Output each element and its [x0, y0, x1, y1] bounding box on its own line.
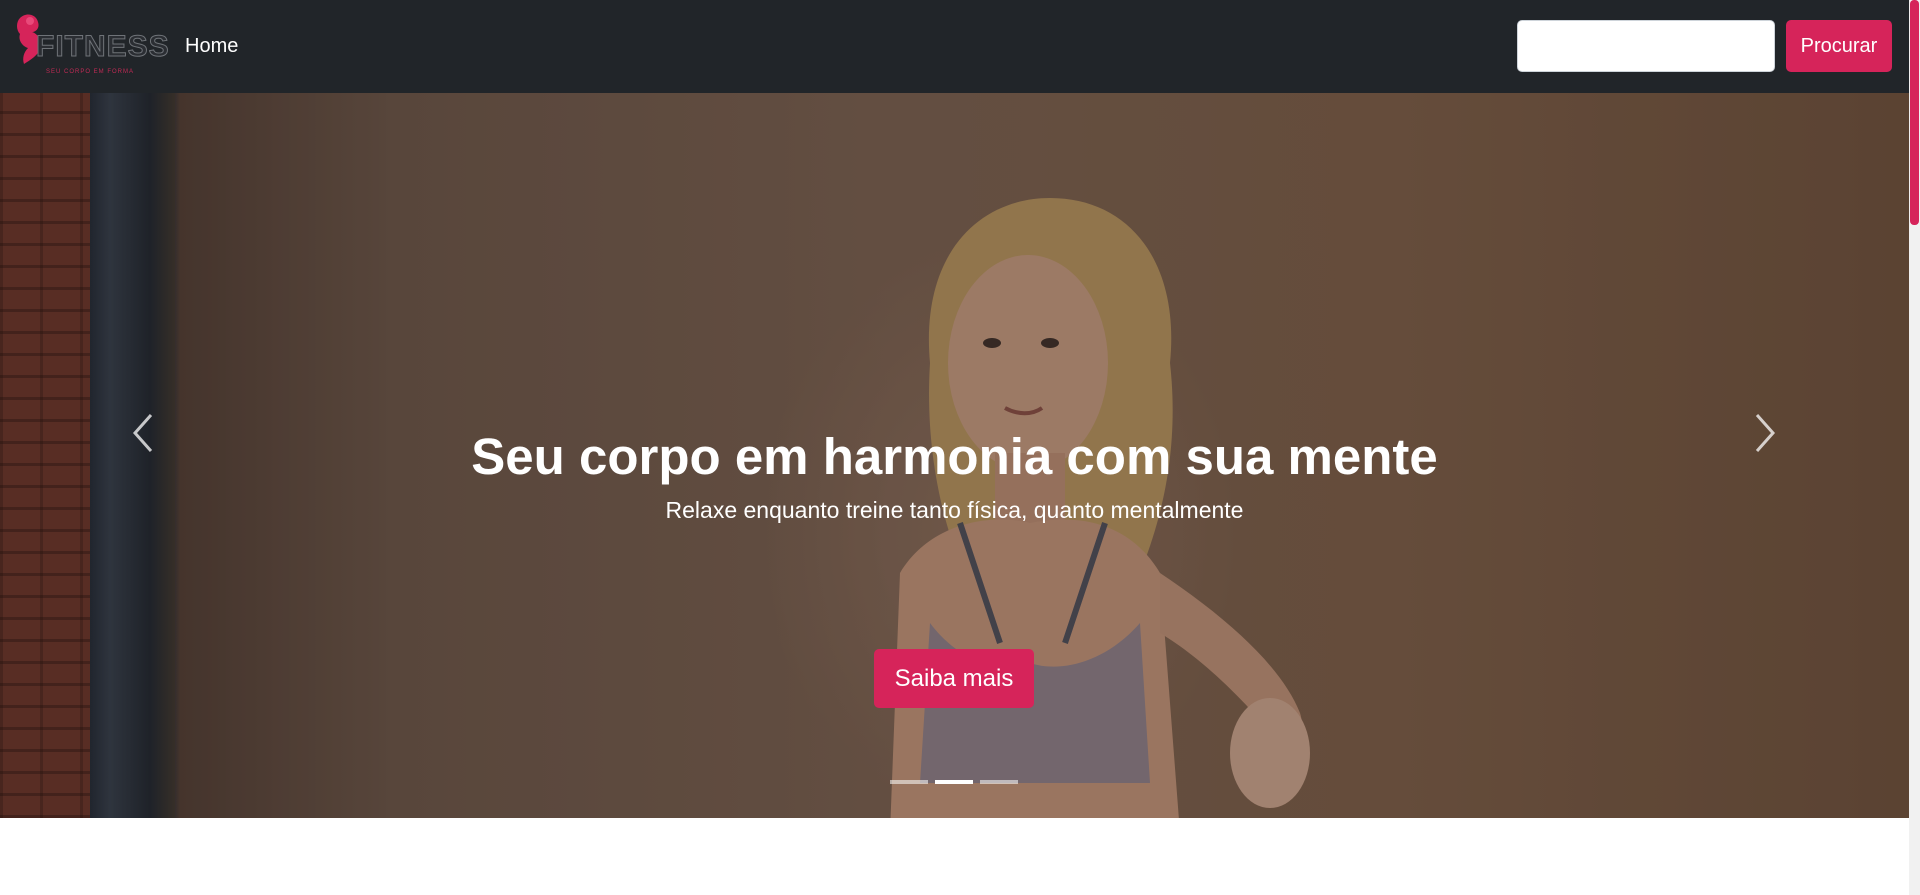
- navbar: FITNESS SEU CORPO EM FORMA Home Procurar: [0, 0, 1909, 93]
- learn-more-button[interactable]: Saiba mais: [874, 649, 1034, 708]
- search-button[interactable]: Procurar: [1786, 20, 1892, 72]
- nav-link-home[interactable]: Home: [185, 34, 238, 58]
- carousel-indicator-2[interactable]: [935, 780, 973, 784]
- carousel-indicator-1[interactable]: [890, 780, 928, 784]
- page-scrollbar[interactable]: [1909, 0, 1920, 895]
- logo-wordmark: FITNESS: [36, 30, 170, 63]
- hero-title: Seu corpo em harmonia com sua mente: [471, 428, 1438, 485]
- search-input[interactable]: [1517, 20, 1775, 72]
- logo-tagline: SEU CORPO EM FORMA: [46, 69, 135, 75]
- scrollbar-thumb[interactable]: [1910, 0, 1919, 225]
- hero-subtitle: Relaxe enquanto treine tanto física, qua…: [665, 497, 1244, 523]
- carousel-indicators: [0, 780, 1909, 786]
- page: FITNESS SEU CORPO EM FORMA Home Procurar: [0, 0, 1909, 895]
- brand-logo[interactable]: FITNESS SEU CORPO EM FORMA: [12, 12, 169, 80]
- carousel-indicator-3[interactable]: [980, 780, 1018, 784]
